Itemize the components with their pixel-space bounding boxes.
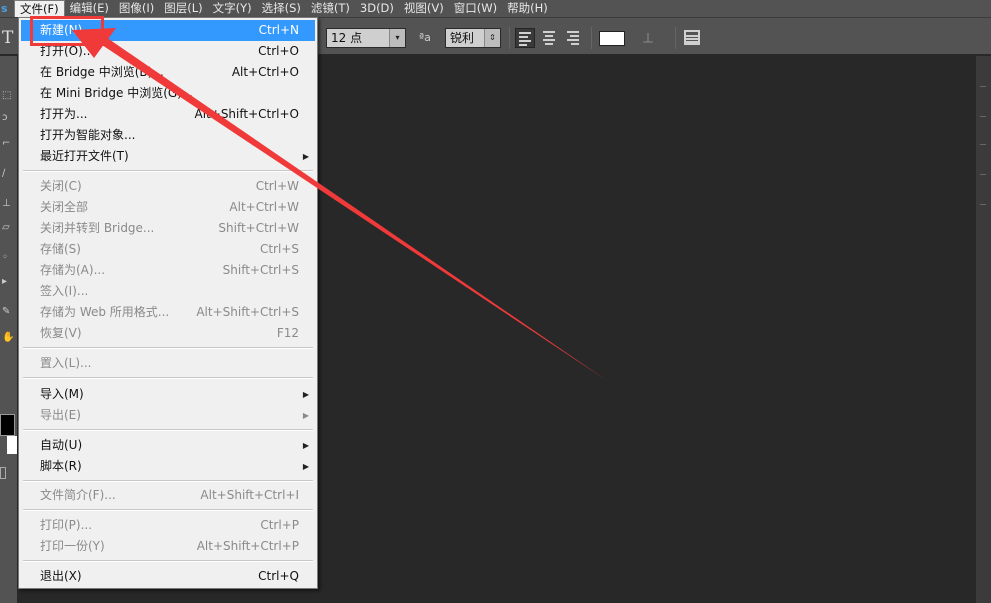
- font-size-value: 12 点: [331, 31, 363, 45]
- menu-window[interactable]: 窗口(W): [449, 0, 502, 17]
- divider: [591, 27, 592, 49]
- menu-item-close-go-bridge[interactable]: 关闭并转到 Bridge... Shift+Ctrl+W: [21, 218, 315, 239]
- menu-bar: s 文件(F) 编辑(E) 图像(I) 图层(L) 文字(Y) 选择(S) 滤镜…: [0, 0, 991, 17]
- tools-panel: ⬚ ↄ ⌐ ∕ ⊥ ▱ ◦ ▸ ✎ ✋: [0, 56, 17, 603]
- character-panel-icon[interactable]: [684, 30, 700, 45]
- eraser-tool-icon[interactable]: ▱: [2, 222, 14, 234]
- menu-separator: [23, 170, 313, 172]
- warp-text-icon[interactable]: ⟂: [643, 29, 653, 47]
- align-right-icon[interactable]: [564, 28, 584, 48]
- menu-item-browse-mini-bridge[interactable]: 在 Mini Bridge 中浏览(G)...: [21, 83, 315, 104]
- menu-separator: [23, 509, 313, 511]
- menu-item-browse-bridge[interactable]: 在 Bridge 中浏览(B)... Alt+Ctrl+O: [21, 62, 315, 83]
- menu-separator: [23, 429, 313, 431]
- menu-item-print[interactable]: 打印(P)... Ctrl+P: [21, 515, 315, 536]
- menu-item-open-smart-object[interactable]: 打开为智能对象...: [21, 125, 315, 146]
- menu-filter[interactable]: 滤镜(T): [306, 0, 355, 17]
- text-tool-icon[interactable]: T: [2, 28, 13, 48]
- menu-edit[interactable]: 编辑(E): [65, 0, 114, 17]
- path-select-tool-icon[interactable]: ▸: [2, 276, 14, 288]
- annotation-highlight-box: [30, 16, 104, 46]
- pen-tool-icon[interactable]: ✎: [2, 306, 14, 318]
- quick-mask-icon[interactable]: [0, 467, 6, 479]
- submenu-arrow-icon: ▶: [302, 152, 309, 161]
- crop-tool-icon[interactable]: ⌐: [2, 138, 14, 150]
- antialias-select[interactable]: 锐利 ⇕: [445, 28, 501, 48]
- menu-3d[interactable]: 3D(D): [355, 0, 399, 17]
- menu-item-save-for-web[interactable]: 存储为 Web 所用格式... Alt+Shift+Ctrl+S: [21, 302, 315, 323]
- menu-separator: [23, 347, 313, 349]
- menu-item-close-all[interactable]: 关闭全部 Alt+Ctrl+W: [21, 197, 315, 218]
- menu-type[interactable]: 文字(Y): [208, 0, 257, 17]
- text-color-swatch[interactable]: [599, 31, 625, 46]
- menu-item-import[interactable]: 导入(M) ▶: [21, 384, 315, 405]
- stamp-tool-icon[interactable]: ⊥: [2, 198, 14, 210]
- font-size-select[interactable]: 12 点 ▾: [326, 28, 406, 48]
- chevron-down-icon: ▾: [389, 29, 405, 47]
- menu-item-revert[interactable]: 恢复(V) F12: [21, 323, 315, 344]
- menu-item-file-info[interactable]: 文件简介(F)... Alt+Shift+Ctrl+I: [21, 485, 315, 506]
- file-menu: 新建(N)... Ctrl+N 打开(O)... Ctrl+O 在 Bridge 中…: [18, 17, 318, 589]
- menu-separator: [23, 480, 313, 482]
- marquee-tool-icon[interactable]: ⬚: [2, 90, 14, 102]
- lasso-tool-icon[interactable]: ↄ: [2, 112, 14, 124]
- divider: [675, 27, 676, 49]
- menu-item-exit[interactable]: 退出(X) Ctrl+Q: [21, 566, 315, 587]
- submenu-arrow-icon: ▶: [302, 441, 309, 450]
- submenu-arrow-icon: ▶: [302, 411, 309, 420]
- app-logo: s: [1, 2, 8, 15]
- menu-item-recent-files[interactable]: 最近打开文件(T) ▶: [21, 146, 315, 167]
- submenu-arrow-icon: ▶: [302, 390, 309, 399]
- menu-view[interactable]: 视图(V): [399, 0, 449, 17]
- submenu-arrow-icon: ▶: [302, 462, 309, 471]
- foreground-color-swatch[interactable]: [0, 414, 15, 436]
- menu-item-automate[interactable]: 自动(U) ▶: [21, 435, 315, 456]
- divider: [509, 27, 510, 49]
- menu-select[interactable]: 选择(S): [257, 0, 306, 17]
- menu-separator: [23, 377, 313, 379]
- menu-item-export[interactable]: 导出(E) ▶: [21, 405, 315, 426]
- align-center-icon[interactable]: [540, 28, 560, 48]
- menu-image[interactable]: 图像(I): [114, 0, 159, 17]
- menu-item-open-as[interactable]: 打开为... Alt+Shift+Ctrl+O: [21, 104, 315, 125]
- chevron-updown-icon: ⇕: [484, 29, 500, 47]
- background-color-swatch[interactable]: [7, 436, 17, 454]
- menu-item-scripts[interactable]: 脚本(R) ▶: [21, 456, 315, 477]
- menu-item-print-one-copy[interactable]: 打印一份(Y) Alt+Shift+Ctrl+P: [21, 536, 315, 557]
- menu-separator: [23, 560, 313, 562]
- blur-tool-icon[interactable]: ◦: [2, 252, 14, 264]
- menu-item-save[interactable]: 存储(S) Ctrl+S: [21, 239, 315, 260]
- menu-layer[interactable]: 图层(L): [159, 0, 207, 17]
- menu-file[interactable]: 文件(F): [14, 0, 65, 17]
- antialias-value: 锐利: [450, 31, 475, 45]
- menu-item-check-in[interactable]: 签入(I)...: [21, 281, 315, 302]
- right-panel-strip: [976, 56, 991, 603]
- menu-item-save-as[interactable]: 存储为(A)... Shift+Ctrl+S: [21, 260, 315, 281]
- brush-tool-icon[interactable]: ∕: [2, 168, 14, 180]
- antialias-icon: ªa: [419, 31, 431, 44]
- align-left-icon[interactable]: [515, 28, 535, 48]
- menu-item-close[interactable]: 关闭(C) Ctrl+W: [21, 176, 315, 197]
- menu-help[interactable]: 帮助(H): [502, 0, 553, 17]
- menu-item-place[interactable]: 置入(L)...: [21, 353, 315, 374]
- hand-tool-icon[interactable]: ✋: [2, 332, 14, 344]
